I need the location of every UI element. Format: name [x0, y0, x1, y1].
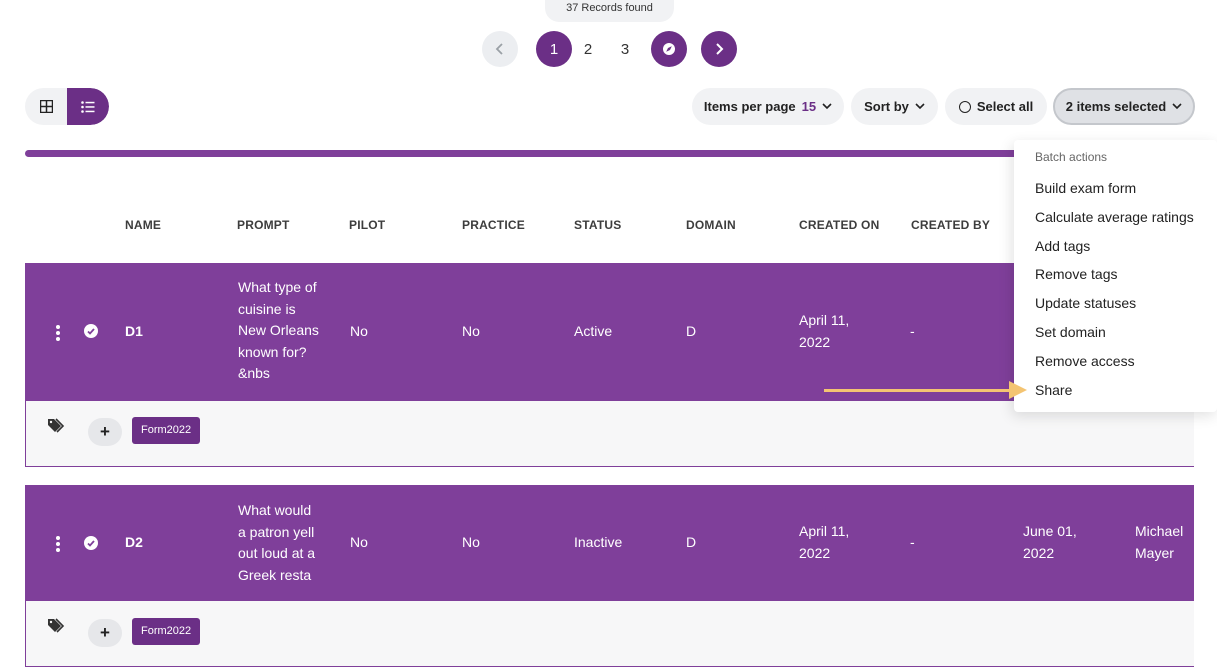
header-name[interactable]: NAME — [125, 218, 161, 232]
header-domain[interactable]: DOMAIN — [686, 218, 736, 232]
sort-by-dropdown[interactable]: Sort by — [851, 88, 938, 125]
batch-actions-menu: Batch actions Build exam form Calculate … — [1014, 140, 1217, 412]
header-practice[interactable]: PRACTICE — [462, 218, 525, 232]
tag-chip[interactable]: Form2022 — [132, 618, 201, 645]
row-menu-icon[interactable] — [56, 536, 60, 552]
row-created-by: - — [910, 534, 915, 550]
row-pilot: No — [350, 323, 368, 339]
row-name: D2 — [125, 534, 143, 550]
menu-item-calculate-average-ratings[interactable]: Calculate average ratings — [1035, 209, 1194, 225]
annotation-arrow-line — [824, 389, 1014, 392]
chevron-down-icon — [1172, 103, 1182, 110]
records-count: 37 Records found — [545, 0, 674, 22]
row-modified-by: Michael Mayer — [1135, 523, 1184, 561]
annotation-arrow-head-icon — [1009, 381, 1027, 399]
chevron-right-icon — [716, 43, 724, 55]
tags-icon — [48, 618, 65, 633]
items-per-page-value: 15 — [801, 99, 817, 114]
row-menu-icon[interactable] — [56, 325, 60, 341]
page-1-button[interactable]: 1 — [536, 31, 572, 67]
list-view-button[interactable] — [67, 88, 109, 125]
tag-chip[interactable]: Form2022 — [132, 417, 201, 444]
previous-page-button[interactable] — [482, 31, 518, 67]
view-toggle — [25, 88, 109, 125]
row-status: Inactive — [574, 534, 623, 550]
row-domain: D — [686, 323, 697, 339]
table-row[interactable]: D2 What would a patron yell out loud at … — [25, 485, 1194, 601]
add-tag-button[interactable]: + — [88, 619, 122, 647]
header-pilot[interactable]: PILOT — [349, 218, 385, 232]
menu-item-set-domain[interactable]: Set domain — [1035, 324, 1106, 340]
row-prompt: What would a patron yell out loud at a G… — [238, 502, 316, 583]
select-all-button[interactable]: Select all — [945, 88, 1047, 125]
list-icon — [81, 100, 95, 113]
next-page-button[interactable] — [701, 31, 737, 67]
row-domain: D — [686, 534, 697, 550]
radio-circle-icon — [958, 100, 971, 113]
header-created-by[interactable]: CREATED BY — [911, 218, 990, 232]
grid-view-button[interactable] — [25, 88, 67, 125]
tags-icon — [48, 418, 65, 433]
row-pilot: No — [350, 534, 368, 550]
chevron-left-icon — [495, 43, 503, 55]
row-tags: + Form2022 — [25, 601, 1194, 667]
menu-item-add-tags[interactable]: Add tags — [1035, 238, 1090, 254]
page-2-button[interactable]: 2 — [570, 31, 606, 67]
menu-item-build-exam-form[interactable]: Build exam form — [1035, 180, 1136, 196]
menu-item-update-statuses[interactable]: Update statuses — [1035, 295, 1136, 311]
select-all-label: Select all — [976, 99, 1034, 114]
progress-bar — [25, 150, 1023, 157]
header-prompt[interactable]: PROMPT — [237, 218, 290, 232]
row-selected-check-icon[interactable] — [84, 324, 98, 338]
row-created-by: - — [910, 323, 915, 339]
items-per-page-dropdown[interactable]: Items per page 15 — [692, 88, 844, 125]
batch-actions-title: Batch actions — [1035, 150, 1108, 164]
row-practice: No — [462, 323, 480, 339]
row-modified-on: June 01, 2022 — [1023, 523, 1077, 561]
chevron-down-icon — [915, 103, 925, 110]
page-3-button[interactable]: 3 — [607, 31, 643, 67]
row-status: Active — [574, 323, 613, 339]
row-practice: No — [462, 534, 480, 550]
chevron-down-icon — [822, 103, 832, 110]
add-tag-button[interactable]: + — [88, 418, 122, 446]
row-prompt: What type of cuisine is New Orleans know… — [238, 279, 319, 381]
menu-item-remove-access[interactable]: Remove access — [1035, 353, 1135, 369]
header-created-on[interactable]: CREATED ON — [799, 218, 879, 232]
row-created-on: April 11, 2022 — [799, 312, 850, 350]
items-selected-dropdown[interactable]: 2 items selected — [1053, 88, 1195, 125]
sort-by-label: Sort by — [864, 99, 909, 114]
jump-to-page-button[interactable] — [651, 31, 687, 67]
header-status[interactable]: STATUS — [574, 218, 621, 232]
compass-icon — [663, 43, 675, 55]
row-selected-check-icon[interactable] — [84, 536, 98, 550]
row-name: D1 — [125, 323, 143, 339]
menu-item-share[interactable]: Share — [1035, 382, 1072, 398]
items-per-page-label: Items per page — [703, 99, 796, 114]
menu-item-remove-tags[interactable]: Remove tags — [1035, 266, 1117, 282]
row-created-on: April 11, 2022 — [799, 523, 850, 561]
grid-icon — [39, 100, 53, 113]
items-selected-label: 2 items selected — [1065, 99, 1167, 114]
